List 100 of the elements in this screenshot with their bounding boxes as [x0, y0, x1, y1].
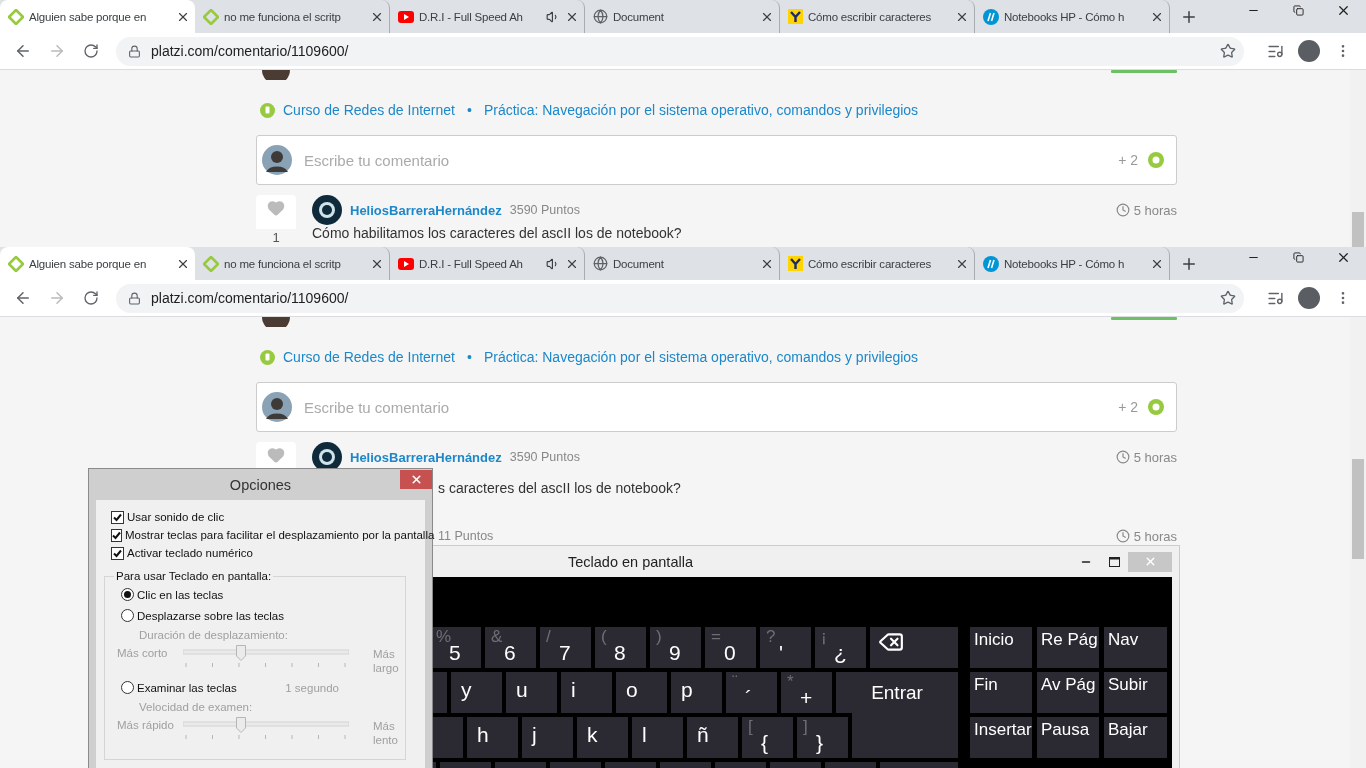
key[interactable]: & 6: [485, 627, 536, 668]
key[interactable]: ¨ ´: [726, 672, 777, 713]
action-button-edge: [1111, 317, 1177, 320]
browser-tab[interactable]: Alguien sabe porque en: [0, 247, 195, 280]
clock-icon: [1115, 529, 1130, 543]
key[interactable]: h: [467, 717, 518, 758]
key[interactable]: * +: [781, 672, 832, 713]
scrollbar[interactable]: [1350, 317, 1366, 768]
key[interactable]: Re Pág: [1037, 627, 1099, 668]
key[interactable]: k: [577, 717, 628, 758]
back-icon[interactable]: [14, 42, 32, 60]
key[interactable]: ) 9: [650, 627, 701, 668]
key-shift-label: &: [491, 627, 503, 647]
duration-text: 1 segundo: [285, 681, 339, 694]
radio-button[interactable]: [121, 609, 134, 622]
key-shift-label: ]: [803, 717, 808, 737]
logo-icon: [8, 255, 24, 272]
group-label: Para usar Teclado en pantalla:: [115, 570, 273, 582]
author-name[interactable]: HeliosBarreraHernández: [350, 449, 502, 465]
key[interactable]: Nav: [1104, 627, 1167, 668]
key-label: 9: [669, 641, 681, 665]
key[interactable]: Subir: [1104, 672, 1167, 713]
key[interactable]: Bajar: [1104, 717, 1167, 758]
checkbox[interactable]: [111, 510, 124, 524]
like-count: 1: [271, 230, 281, 245]
checkbox[interactable]: [111, 528, 122, 542]
key[interactable]: Insertar: [970, 717, 1032, 758]
logo-icon: [983, 8, 999, 25]
time-text: 5 horas: [1133, 528, 1177, 544]
separator-dot: •: [467, 349, 472, 365]
points-icon: [1148, 399, 1164, 415]
restore-icon[interactable]: [1293, 4, 1304, 16]
key[interactable]: Fin: [970, 672, 1032, 713]
key[interactable]: l: [632, 717, 683, 758]
clock-icon: [1115, 450, 1130, 464]
key[interactable]: Pausa: [1037, 717, 1099, 758]
key[interactable]: u: [506, 672, 557, 713]
key-shift-label: ¨: [732, 672, 738, 692]
key-shift-label: /: [546, 627, 551, 647]
back-icon[interactable]: [14, 289, 32, 307]
key[interactable]: ñ: [687, 717, 738, 758]
heart-icon: [267, 199, 285, 217]
radio-button[interactable]: [121, 588, 134, 601]
logo-icon: [8, 8, 24, 25]
key[interactable]: Inicio: [970, 627, 1032, 668]
logo-icon: [983, 255, 999, 272]
reload-icon[interactable]: [83, 43, 99, 59]
dialog-title: Opciones: [229, 476, 292, 493]
star-icon[interactable]: [1220, 290, 1236, 306]
checkbox-label: Activar teclado numérico: [127, 547, 253, 559]
backspace-key[interactable]: [870, 627, 958, 668]
globe-icon: [593, 256, 608, 271]
author-avatar: [312, 195, 342, 225]
close-button[interactable]: [400, 470, 432, 489]
key-shift-label: [: [748, 717, 753, 737]
address-bar[interactable]: platzi.com/comentario/1109600/: [116, 283, 1244, 313]
radio-label: Examinar las teclas: [137, 681, 237, 694]
key[interactable]: ? ': [760, 627, 811, 668]
key[interactable]: j: [522, 717, 573, 758]
key[interactable]: y: [451, 672, 502, 713]
restore-icon[interactable]: [1293, 251, 1304, 263]
radio-label: Desplazarse sobre las teclas: [137, 609, 284, 622]
lesson-link[interactable]: Práctica: Navegación por el sistema operativo, comandos y privilegios: [483, 102, 919, 118]
key[interactable]: i: [561, 672, 612, 713]
key[interactable]: ¡ ¿: [815, 627, 866, 668]
key[interactable]: ( 8: [595, 627, 646, 668]
comment-input[interactable]: Escribe tu comentario: [302, 397, 1109, 417]
scrollbar[interactable]: [1350, 70, 1366, 247]
key[interactable]: p: [671, 672, 722, 713]
lesson-link[interactable]: Práctica: Navegación por el sistema operativo, comandos y privilegios: [483, 349, 919, 365]
key[interactable]: / 7: [540, 627, 591, 668]
post-text: Cómo habilitamos los caracteres del ascII los de notebook?: [312, 225, 683, 241]
maximize-icon[interactable]: [1108, 556, 1120, 567]
key[interactable]: = 0: [705, 627, 756, 668]
author-name[interactable]: HeliosBarreraHernández: [350, 202, 502, 218]
star-icon[interactable]: [1220, 43, 1236, 59]
course-link[interactable]: Curso de Redes de Internet: [283, 102, 455, 118]
key[interactable]: % 5: [431, 627, 481, 668]
key[interactable]: o: [616, 672, 667, 713]
key-shift-label: *: [787, 672, 794, 692]
course-link[interactable]: Curso de Redes de Internet: [283, 349, 455, 365]
slider-label: Velocidad de examen:: [139, 701, 254, 713]
reload-icon[interactable]: [83, 290, 99, 306]
profile-avatar[interactable]: [1298, 40, 1320, 62]
key-label: 7: [559, 641, 571, 665]
points-text: + 2: [1118, 399, 1138, 415]
key[interactable]: ] }: [797, 717, 848, 758]
logo-icon: [788, 9, 803, 24]
radio-button[interactable]: [121, 681, 134, 694]
browser-tab[interactable]: Alguien sabe porque en: [0, 0, 195, 33]
key-shift-label: (: [601, 627, 607, 647]
address-bar[interactable]: platzi.com/comentario/1109600/: [116, 36, 1244, 66]
logo-icon: [398, 10, 414, 23]
checkbox[interactable]: [111, 546, 124, 560]
key[interactable]: Av Pág: [1037, 672, 1099, 713]
key[interactable]: [ {: [742, 717, 793, 758]
key-shift-label: %: [436, 627, 452, 646]
profile-avatar[interactable]: [1298, 287, 1320, 309]
enter-key[interactable]: Entrar: [836, 672, 958, 713]
comment-input[interactable]: Escribe tu comentario: [302, 150, 1109, 170]
